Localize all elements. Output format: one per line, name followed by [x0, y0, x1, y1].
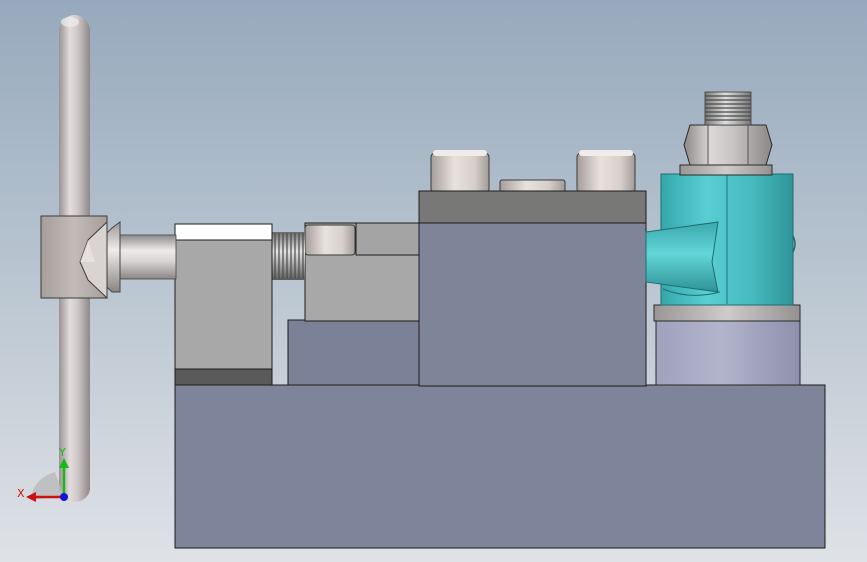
bolt-head-right[interactable] [576, 152, 636, 194]
jaw-screw-boss[interactable] [304, 224, 356, 256]
screw-housing[interactable] [174, 223, 273, 386]
center-column[interactable] [418, 221, 647, 387]
bolt-head-left[interactable] [430, 152, 490, 194]
base-block[interactable] [174, 384, 826, 549]
screw-housing-top-face [174, 223, 273, 241]
x-axis-arrowhead [26, 492, 36, 502]
bolt-head-right-top [579, 150, 633, 156]
z-axis-dot [60, 493, 68, 501]
jaw-step-block[interactable] [287, 319, 420, 386]
lead-screw-thread[interactable] [272, 232, 305, 280]
hex-nut[interactable] [683, 124, 773, 166]
y-axis-label: Y [58, 446, 66, 459]
screw-housing-bottom-band [174, 368, 273, 386]
t-handle-hub[interactable] [40, 215, 108, 300]
jaw-notch [355, 222, 420, 256]
clamp-arm-pad[interactable] [645, 221, 719, 293]
cylinder-mount-washer[interactable] [653, 304, 801, 322]
cap-plate[interactable] [418, 190, 647, 224]
x-axis-label: X [17, 487, 25, 500]
cylinder-piston-body[interactable] [655, 320, 801, 386]
bolt-head-left-top [433, 150, 487, 156]
cad-viewport[interactable]: X Y [0, 0, 867, 562]
nut-washer[interactable] [679, 164, 773, 176]
handle-shaft[interactable] [111, 234, 177, 280]
cad-model-view[interactable]: X Y [0, 0, 867, 562]
threaded-stud[interactable] [704, 91, 752, 126]
